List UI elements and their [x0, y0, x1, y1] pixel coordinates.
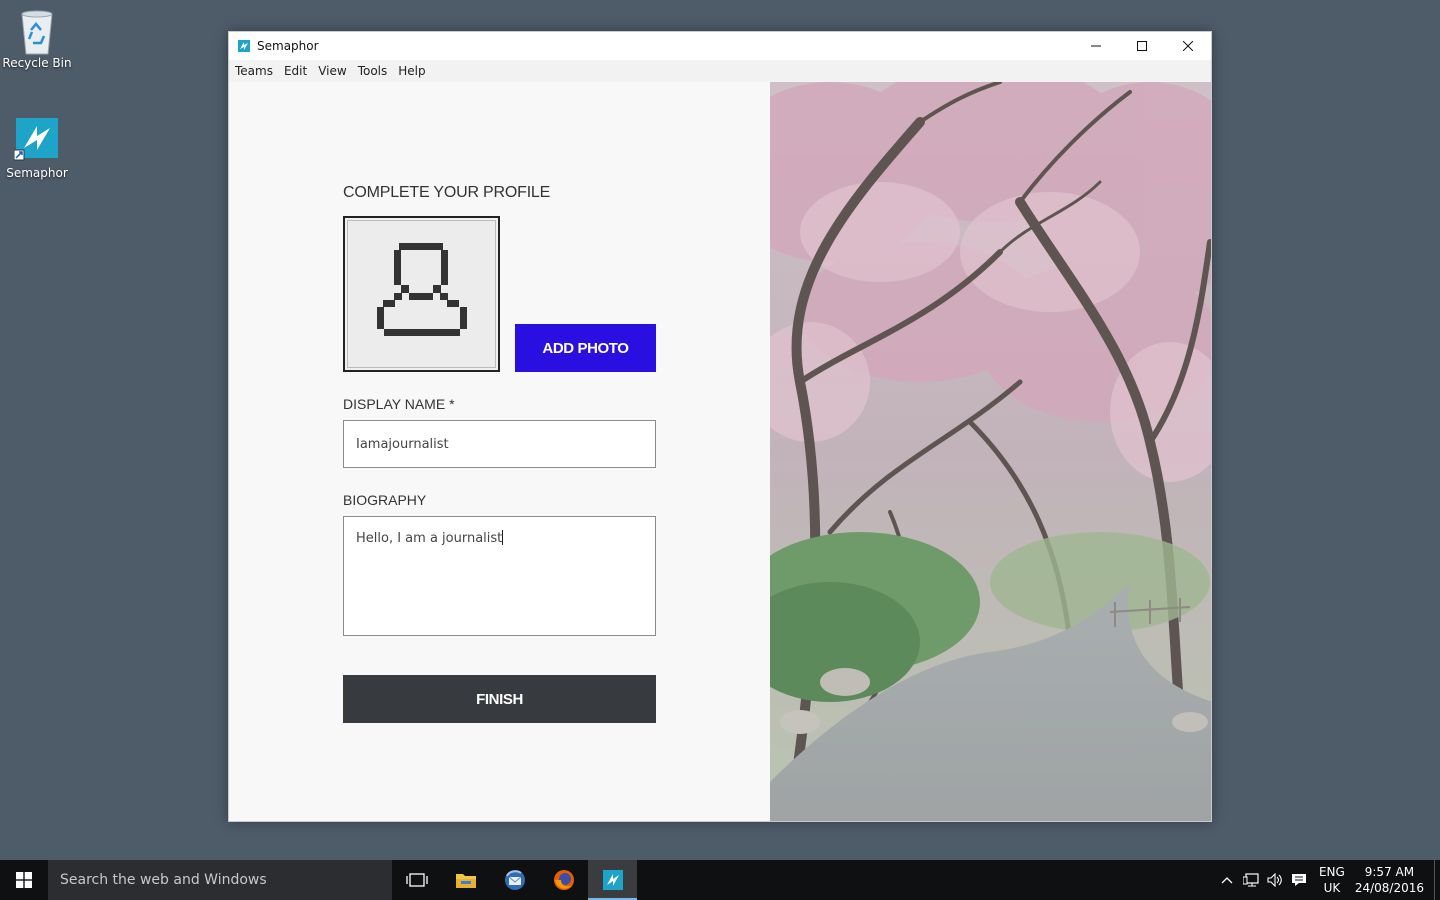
close-button[interactable]: [1165, 32, 1211, 60]
volume-button[interactable]: [1263, 873, 1287, 887]
recycle-bin-shortcut[interactable]: Recycle Bin: [2, 6, 72, 70]
clock[interactable]: 9:57 AM 24/08/2016: [1355, 864, 1424, 896]
biography-label: BIOGRAPHY: [343, 492, 427, 508]
menu-tools[interactable]: Tools: [358, 64, 388, 78]
show-hidden-icons-button[interactable]: [1215, 876, 1239, 884]
minimize-icon: [1091, 45, 1101, 47]
show-desktop-button[interactable]: [1434, 860, 1440, 900]
biography-value: Hello, I am a journalist: [356, 531, 503, 546]
semaphor-desktop-label: Semaphor: [6, 166, 68, 180]
window-title: Semaphor: [257, 39, 319, 53]
avatar[interactable]: [343, 216, 500, 372]
title-bar[interactable]: Semaphor: [229, 32, 1211, 60]
system-tray: ENG UK 9:57 AM 24/08/2016: [1215, 860, 1440, 900]
cherry-blossom-path-image: [770, 82, 1211, 821]
maximize-icon: [1137, 41, 1147, 51]
task-view-button[interactable]: [392, 860, 441, 900]
user-placeholder-icon: [376, 243, 467, 336]
region-code: UK: [1323, 881, 1341, 895]
network-button[interactable]: [1239, 873, 1263, 887]
recycle-bin-icon: [14, 6, 60, 55]
semaphor-taskbar-icon: [602, 870, 623, 890]
taskbar-semaphor[interactable]: [588, 860, 637, 900]
semaphor-desktop-shortcut[interactable]: Semaphor: [2, 116, 72, 180]
biography-textarea[interactable]: Hello, I am a journalist: [343, 516, 656, 636]
network-icon: [1242, 873, 1259, 887]
semaphor-window: Semaphor Teams Edit View Tools Help COMP…: [228, 31, 1212, 822]
taskbar-search-box[interactable]: Search the web and Windows: [48, 860, 392, 900]
menu-help[interactable]: Help: [398, 64, 425, 78]
minimize-button[interactable]: [1073, 32, 1119, 60]
task-view-icon: [405, 873, 428, 887]
taskbar-firefox[interactable]: [539, 860, 588, 900]
finish-button[interactable]: FINISH: [343, 675, 656, 723]
clock-time: 9:57 AM: [1364, 865, 1415, 879]
language-code: ENG: [1318, 865, 1345, 879]
windows-logo-icon: [16, 872, 32, 888]
chevron-up-icon: [1221, 877, 1233, 884]
folder-icon: [455, 874, 476, 888]
menu-bar: Teams Edit View Tools Help: [229, 60, 1211, 82]
add-photo-button[interactable]: ADD PHOTO: [515, 324, 656, 372]
menu-teams[interactable]: Teams: [235, 64, 273, 78]
menu-edit[interactable]: Edit: [284, 64, 307, 78]
recycle-bin-label: Recycle Bin: [2, 56, 72, 70]
speaker-icon: [1267, 873, 1282, 887]
taskbar-thunderbird[interactable]: [490, 860, 539, 900]
display-name-value: Iamajournalist: [356, 436, 449, 452]
taskbar: Search the web and Windows ENG UK 9:57 A…: [0, 860, 1440, 900]
clock-date: 24/08/2016: [1354, 881, 1424, 895]
semaphor-app-icon: [13, 116, 60, 162]
input-language[interactable]: ENG UK: [1319, 864, 1345, 896]
thunderbird-icon: [504, 870, 525, 890]
maximize-button[interactable]: [1119, 32, 1165, 60]
page-title: COMPLETE YOUR PROFILE: [343, 184, 551, 201]
profile-form: COMPLETE YOUR PROFILE ADD PHOTO DISPLAY …: [229, 82, 770, 821]
taskbar-file-explorer[interactable]: [441, 860, 490, 900]
firefox-icon: [553, 870, 574, 890]
display-name-label: DISPLAY NAME *: [343, 396, 455, 412]
semaphor-title-icon: [238, 40, 250, 52]
text-caret: [502, 530, 504, 545]
close-icon: [1183, 41, 1193, 51]
menu-view[interactable]: View: [318, 64, 346, 78]
notifications-icon: [1291, 874, 1306, 886]
display-name-input[interactable]: Iamajournalist: [343, 420, 656, 468]
search-placeholder: Search the web and Windows: [60, 872, 267, 888]
start-button[interactable]: [0, 860, 48, 900]
action-center-button[interactable]: [1287, 873, 1311, 887]
